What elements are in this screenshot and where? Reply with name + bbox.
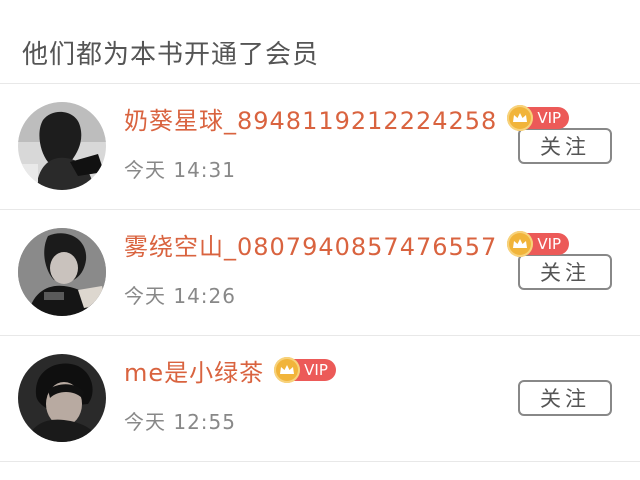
member-name-line: 奶葵星球_8948119212224258 VIP	[124, 100, 570, 136]
vip-badge: VIP	[507, 105, 570, 131]
member-list-page: 他们都为本书开通了会员 奶葵星球_8948119212224258 VIP 今天…	[0, 0, 640, 480]
member-name[interactable]: 奶葵星球_8948119212224258	[124, 101, 497, 136]
timestamp: 今天 12:55	[124, 410, 236, 434]
member-name-line: me是小绿茶 VIP	[124, 352, 336, 388]
list-item[interactable]: me是小绿茶 VIP 今天 12:55 关注	[0, 336, 640, 462]
timestamp: 今天 14:31	[124, 158, 236, 182]
follow-button[interactable]: 关注	[518, 128, 612, 164]
follow-button[interactable]: 关注	[518, 254, 612, 290]
member-name-line: 雾绕空山_0807940857476557 VIP	[124, 226, 570, 262]
vip-badge: VIP	[274, 357, 336, 383]
vip-badge: VIP	[507, 231, 570, 257]
timestamp: 今天 14:26	[124, 284, 236, 308]
list-item[interactable]: 奶葵星球_8948119212224258 VIP 今天 14:31 关注	[0, 84, 640, 210]
avatar[interactable]	[18, 228, 106, 316]
crown-icon	[274, 357, 301, 383]
list-item[interactable]: 雾绕空山_0807940857476557 VIP 今天 14:26 关注	[0, 210, 640, 336]
avatar[interactable]	[18, 354, 106, 442]
avatar[interactable]	[18, 102, 106, 190]
section-title: 他们都为本书开通了会员	[0, 0, 640, 84]
member-name[interactable]: me是小绿茶	[124, 353, 264, 388]
member-name[interactable]: 雾绕空山_0807940857476557	[124, 227, 497, 262]
follow-button[interactable]: 关注	[518, 380, 612, 416]
